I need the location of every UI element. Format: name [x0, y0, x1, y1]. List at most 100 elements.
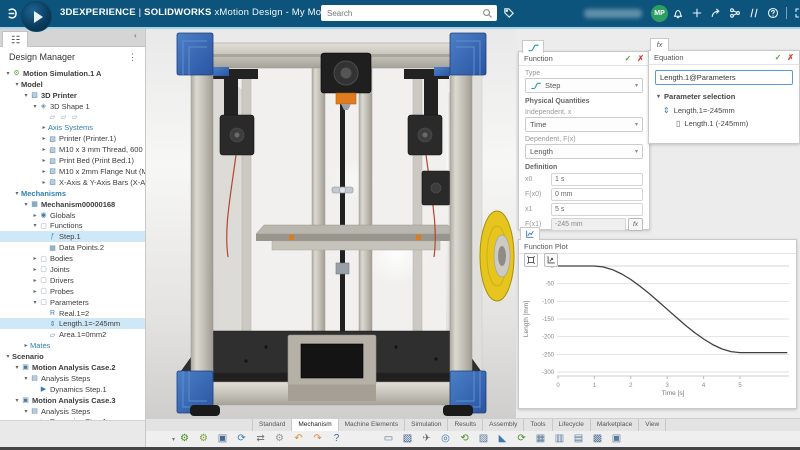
tree-collapse-arrow[interactable]: ▾ — [4, 353, 12, 360]
tree-expand-arrow[interactable]: ▸ — [40, 135, 48, 142]
plane-icon[interactable]: ▱ — [70, 113, 79, 121]
tree-collapse-arrow[interactable]: ▾ — [13, 190, 21, 197]
tree-item[interactable]: ▶Dynamics Step.1 — [0, 384, 145, 395]
tree-item[interactable]: ▾▢Parameters — [0, 297, 145, 308]
definition-value-input[interactable]: -245 mm — [551, 218, 626, 231]
help-icon[interactable]: ? — [327, 431, 346, 447]
forward-icon[interactable] — [710, 7, 722, 19]
fullscreen-icon[interactable] — [794, 7, 800, 19]
plot-panel-tab[interactable] — [520, 227, 540, 240]
function-type-dropdown[interactable]: Step — [525, 78, 643, 93]
tree-expand-arrow[interactable]: ▸ — [31, 288, 39, 295]
tree-collapse-arrow[interactable]: ▾ — [13, 81, 21, 88]
tree-expand-arrow[interactable]: ▸ — [31, 266, 39, 273]
tree-collapse-arrow[interactable]: ▾ — [31, 299, 39, 306]
tree-item[interactable]: ▾⚙Motion Simulation.1 A — [0, 68, 145, 79]
tree-collapse-arrow[interactable]: ▾ — [31, 103, 39, 110]
tree-item[interactable]: ▾◈3D Shape 1 — [0, 101, 145, 112]
definition-value-input[interactable]: 1 s — [551, 173, 643, 186]
tree-item[interactable]: ▾Model — [0, 79, 145, 90]
tree-item[interactable]: ▸▢Joints — [0, 264, 145, 275]
plane-icon[interactable]: ▱ — [59, 113, 68, 121]
perspective-icon[interactable]: ◣ — [493, 431, 512, 447]
tree-item[interactable]: ▸▧M10 x 2mm Flange Nut (M10 x 2mm ... — [0, 166, 145, 177]
refresh-icon[interactable]: ⟳ — [232, 431, 251, 447]
definition-value-input[interactable]: 5 s — [551, 203, 643, 216]
tree-collapse-arrow[interactable]: ▾ — [4, 70, 12, 77]
tree-expand-arrow[interactable]: ▸ — [31, 212, 39, 219]
tree-item[interactable]: ▾Mechanisms — [0, 188, 145, 199]
definition-value-input[interactable]: 0 mm — [551, 188, 643, 201]
fly-through-icon[interactable]: ✈ — [417, 431, 436, 447]
simulate-icon[interactable]: ⚙ — [175, 431, 194, 447]
tree-item[interactable]: ▾▦Mechanism00000168 — [0, 199, 145, 210]
tree-item[interactable]: ⇕Length.1=-245mm — [0, 318, 145, 329]
tree-collapse-arrow[interactable]: ▾ — [22, 92, 30, 99]
equation-panel-tab[interactable]: fx — [650, 38, 669, 51]
equation-input[interactable] — [655, 70, 793, 85]
shaded-cube-icon[interactable]: ▧ — [398, 431, 417, 447]
tree-item[interactable]: ▾▤Analysis Steps — [0, 373, 145, 384]
tree-item[interactable]: ▸▧Print Bed (Print Bed.1) — [0, 155, 145, 166]
function-panel-tab[interactable] — [522, 40, 544, 53]
plane-icon[interactable]: ▱ — [48, 113, 57, 121]
top-view-icon[interactable]: ▤ — [569, 431, 588, 447]
dependent-dropdown[interactable]: Length — [525, 144, 643, 159]
tree-item[interactable]: ▾▧3D Printer — [0, 90, 145, 101]
cancel-button[interactable]: ✗ — [787, 53, 794, 62]
fx-button[interactable]: fx — [628, 218, 643, 231]
3d-viewport[interactable] — [146, 29, 516, 418]
front-view-icon[interactable]: ▥ — [550, 431, 569, 447]
tree-expand-arrow[interactable]: ▸ — [40, 179, 48, 186]
parameter-item[interactable]: ⇕Length.1=-245mm — [649, 104, 799, 117]
axes-icon[interactable] — [544, 253, 558, 267]
notifications-icon[interactable] — [672, 7, 684, 19]
fit-view-icon[interactable] — [524, 253, 538, 267]
settings-icon[interactable]: ⚙ — [270, 431, 289, 447]
compass-play-button[interactable] — [21, 1, 52, 32]
tree-item[interactable]: ▸Mates — [0, 340, 145, 351]
tree-item[interactable]: RReal.1=2 — [0, 308, 145, 319]
ok-button[interactable]: ✓ — [625, 54, 632, 63]
tree-item[interactable]: ▸▢Drivers — [0, 275, 145, 286]
tree-collapse-arrow[interactable]: ▾ — [22, 375, 30, 382]
user-avatar[interactable]: MP — [651, 5, 668, 22]
tree-item[interactable]: ▸▧M10 x 3 mm Thread, 600 mm Long, ... — [0, 144, 145, 155]
collapse-panel-arrow[interactable]: ‹ — [134, 31, 137, 40]
undo-icon[interactable]: ↶ — [289, 431, 308, 447]
tree-item[interactable]: ▸▢Probes — [0, 286, 145, 297]
collab-icon[interactable] — [748, 7, 760, 19]
search-bar[interactable] — [321, 5, 497, 21]
save-icon[interactable]: ▣ — [213, 431, 232, 447]
tree-collapse-arrow[interactable]: ▾ — [22, 408, 30, 415]
tree-item[interactable]: ▾▣Motion Analysis Case.2 — [0, 362, 145, 373]
tree-collapse-arrow[interactable]: ▾ — [31, 222, 39, 229]
function-plot-canvas[interactable]: 0-50-100-150-200-250-300012345Time [s]Le… — [519, 254, 796, 408]
tree-view-tab[interactable] — [2, 31, 28, 47]
orbit-icon[interactable]: ⟲ — [455, 431, 474, 447]
tree-collapse-arrow[interactable]: ▾ — [22, 201, 30, 208]
generate-icon[interactable]: ⚙ — [194, 431, 213, 447]
tree-item[interactable]: ▾▢Functions — [0, 220, 145, 231]
view-frame-icon[interactable]: ▭ — [379, 431, 398, 447]
tree-expand-arrow[interactable]: ▸ — [40, 157, 48, 164]
share-icon[interactable] — [729, 7, 741, 19]
tree-item[interactable]: ▶Dynamics Step.1 — [0, 417, 145, 421]
tag-icon[interactable] — [503, 7, 515, 19]
add-icon[interactable] — [691, 7, 703, 19]
printer-model[interactable] — [146, 29, 517, 418]
ok-button[interactable]: ✓ — [775, 53, 782, 62]
tree-item[interactable]: ▸▢Bodies — [0, 253, 145, 264]
tree-item[interactable]: ▸◉Globals — [0, 210, 145, 221]
tree-expand-arrow[interactable]: ▸ — [31, 255, 39, 262]
parameter-selection-header[interactable]: ▾ Parameter selection — [657, 92, 791, 101]
turntable-icon[interactable]: ⟳ — [512, 431, 531, 447]
redo-icon[interactable]: ↷ — [308, 431, 327, 447]
cancel-button[interactable]: ✗ — [637, 54, 644, 63]
tree-item[interactable]: ▸Axis Systems — [0, 122, 145, 133]
independent-dropdown[interactable]: Time — [525, 117, 643, 132]
export-icon[interactable]: ⇄ — [251, 431, 270, 447]
tree-item[interactable]: ▦Data Points.2 — [0, 242, 145, 253]
scene-icon[interactable]: ▣ — [607, 431, 626, 447]
tree-expand-arrow[interactable]: ▸ — [40, 146, 48, 153]
